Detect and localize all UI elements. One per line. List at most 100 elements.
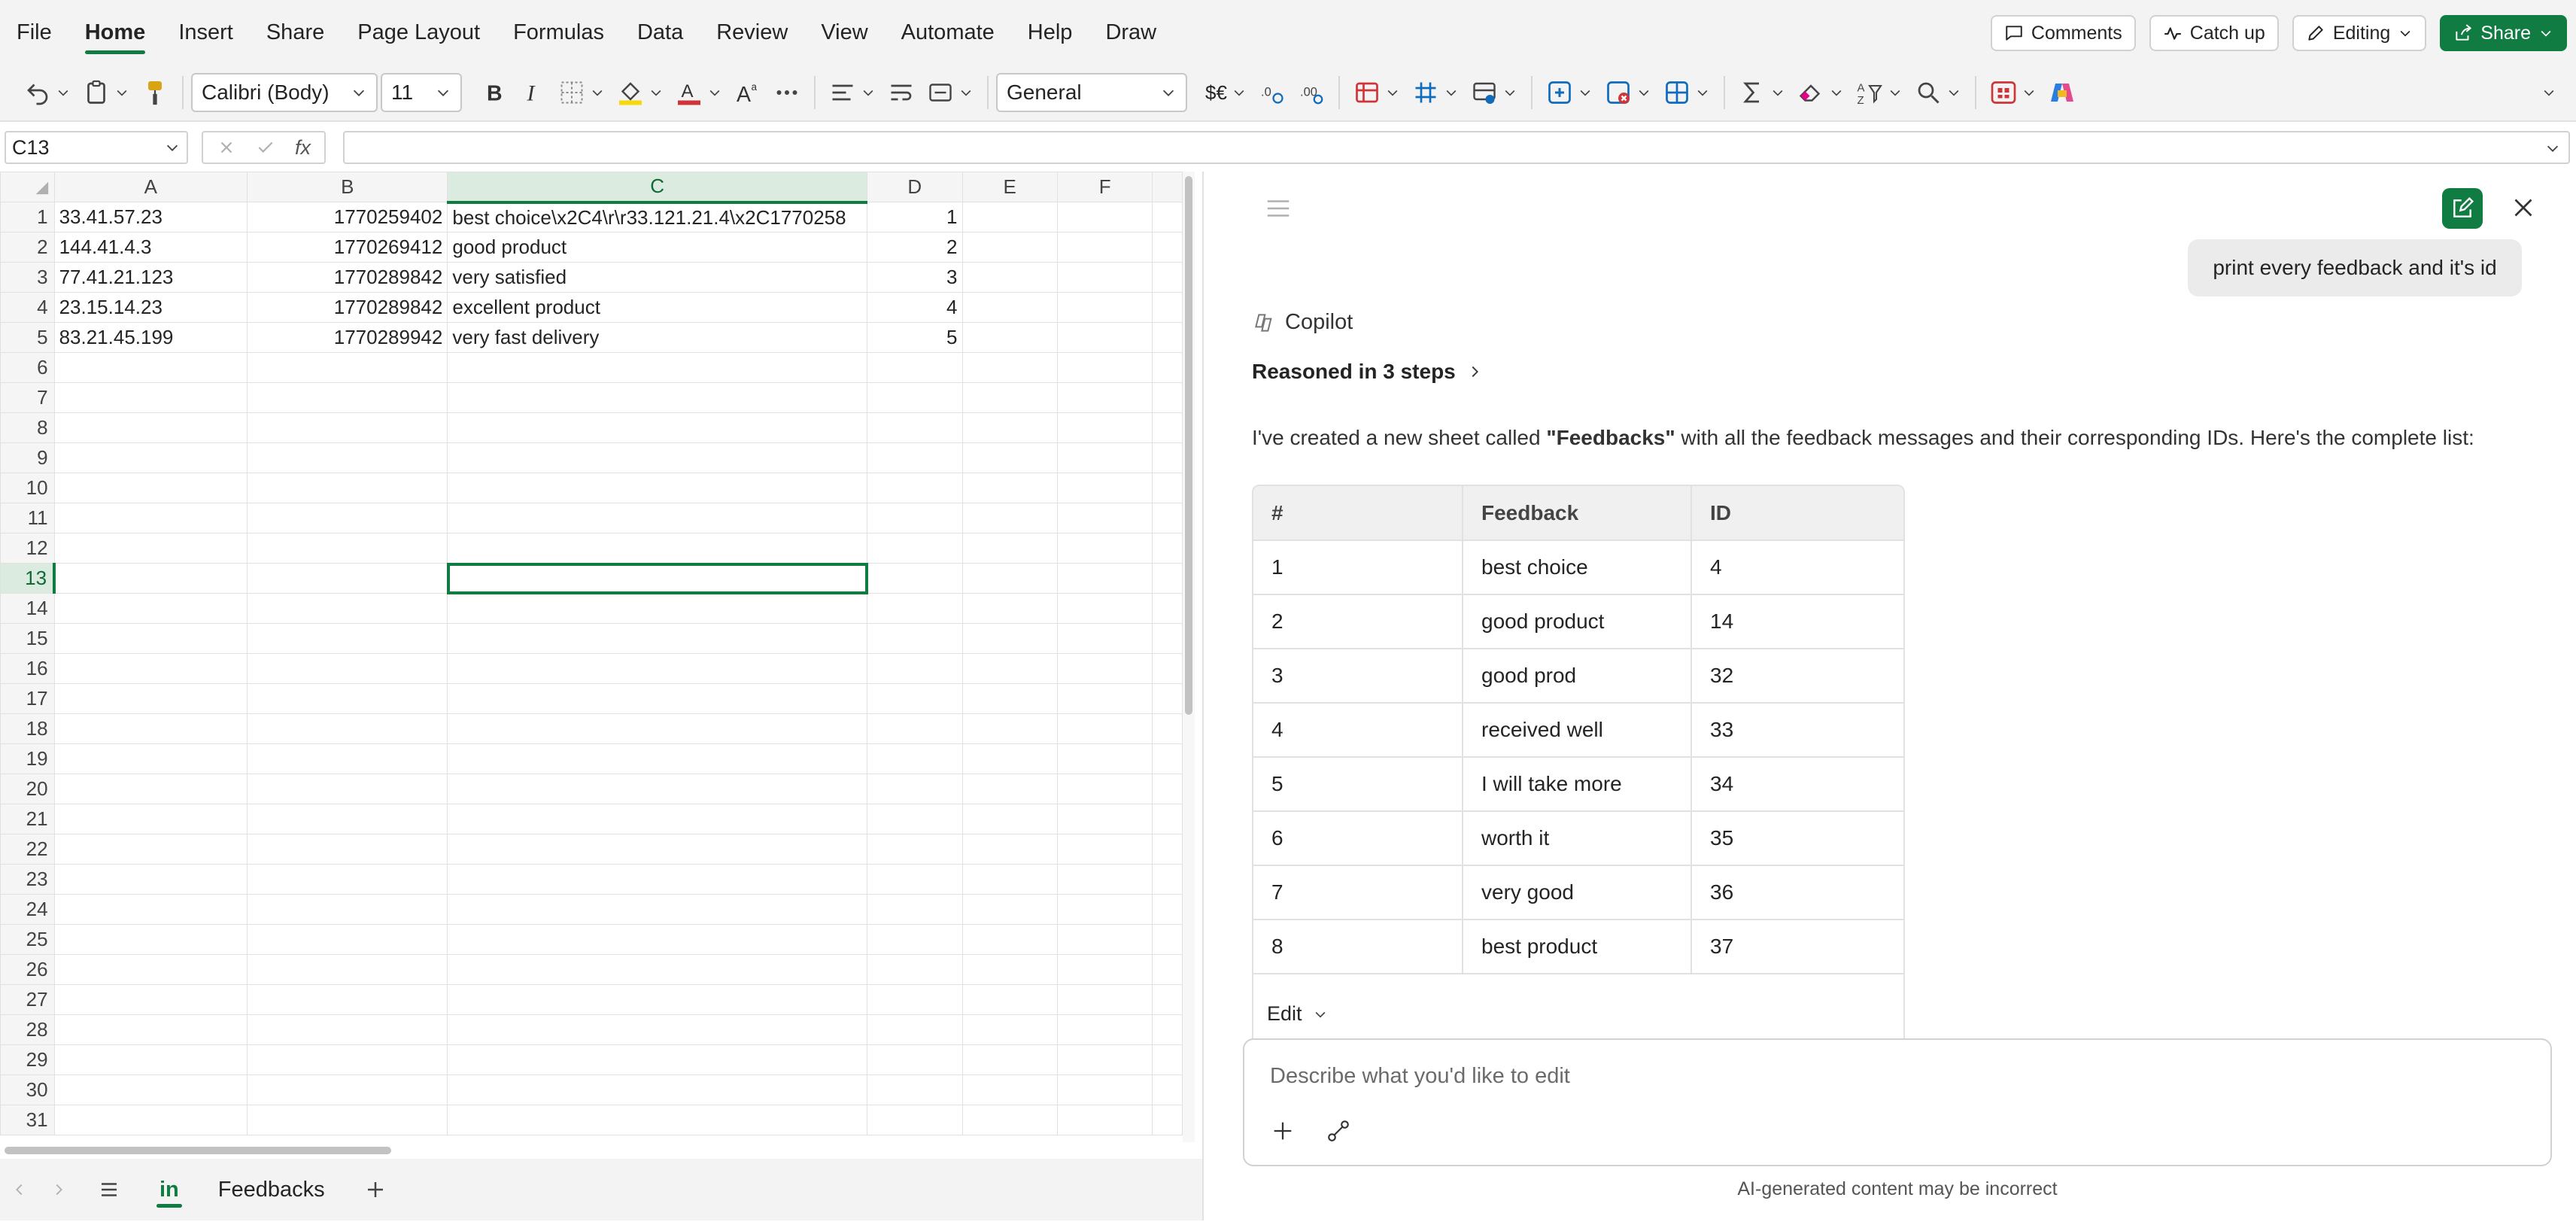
cell[interactable]	[53, 653, 248, 684]
cell[interactable]	[447, 683, 868, 714]
next-sheet-button[interactable]	[39, 1181, 78, 1198]
cell[interactable]	[1056, 924, 1153, 955]
number-format-select[interactable]: General	[996, 73, 1187, 112]
cell[interactable]	[247, 984, 448, 1015]
cell[interactable]	[1152, 713, 1183, 744]
cell[interactable]	[1152, 563, 1183, 594]
cell[interactable]	[247, 473, 448, 503]
row-header[interactable]: 7	[0, 382, 55, 413]
cell[interactable]	[1056, 563, 1153, 594]
copilot-button[interactable]	[2043, 73, 2082, 112]
cell[interactable]	[1056, 1105, 1153, 1135]
formula-input[interactable]	[343, 131, 2570, 164]
cell[interactable]	[247, 1105, 448, 1135]
cell[interactable]	[867, 412, 963, 443]
cell[interactable]	[247, 774, 448, 804]
cell[interactable]	[247, 1074, 448, 1105]
cell[interactable]	[1056, 292, 1153, 323]
cell[interactable]	[1152, 473, 1183, 503]
cell[interactable]	[1152, 382, 1183, 413]
row-header[interactable]: 16	[0, 653, 55, 684]
cell[interactable]	[961, 984, 1058, 1015]
menu-icon[interactable]	[1264, 194, 1293, 223]
cell[interactable]	[867, 804, 963, 834]
cell[interactable]	[247, 563, 448, 594]
cell[interactable]	[1056, 683, 1153, 714]
row-header[interactable]: 24	[0, 894, 55, 925]
cell[interactable]	[867, 1044, 963, 1075]
name-box[interactable]: C13	[5, 131, 188, 164]
cell[interactable]	[961, 864, 1058, 895]
cell[interactable]	[1056, 382, 1153, 413]
cell[interactable]	[961, 593, 1058, 624]
row-header[interactable]: 19	[0, 743, 55, 774]
cell[interactable]	[447, 382, 868, 413]
cell[interactable]	[53, 774, 248, 804]
row-header[interactable]: 25	[0, 924, 55, 955]
row-header[interactable]: 12	[0, 533, 55, 564]
column-header-b[interactable]: B	[247, 172, 448, 202]
menu-review[interactable]: Review	[700, 0, 804, 65]
cell[interactable]	[961, 202, 1058, 233]
cell[interactable]	[1152, 924, 1183, 955]
cell[interactable]	[53, 864, 248, 895]
cell[interactable]	[961, 804, 1058, 834]
menu-insert[interactable]: Insert	[162, 0, 250, 65]
cell[interactable]	[961, 292, 1058, 323]
cell[interactable]	[1152, 292, 1183, 323]
cell[interactable]	[1056, 954, 1153, 985]
cell[interactable]	[1152, 774, 1183, 804]
cell[interactable]	[867, 352, 963, 383]
cell[interactable]	[1152, 743, 1183, 774]
horizontal-scrollbar[interactable]	[0, 1142, 1195, 1157]
cell[interactable]	[1056, 1044, 1153, 1075]
link-icon[interactable]	[1326, 1118, 1351, 1144]
cell[interactable]	[1152, 984, 1183, 1015]
cell[interactable]	[1152, 804, 1183, 834]
row-header[interactable]: 11	[0, 503, 55, 533]
column-header-d[interactable]: D	[867, 172, 963, 202]
ribbon-collapse-button[interactable]	[2535, 73, 2562, 112]
cell[interactable]	[867, 473, 963, 503]
cell[interactable]	[447, 743, 868, 774]
cell[interactable]	[247, 713, 448, 744]
cell[interactable]	[961, 683, 1058, 714]
cell[interactable]	[961, 352, 1058, 383]
all-sheets-button[interactable]	[78, 1167, 140, 1212]
cell[interactable]	[961, 1105, 1058, 1135]
cell[interactable]	[867, 533, 963, 564]
cell[interactable]	[1056, 593, 1153, 624]
cell[interactable]	[1056, 804, 1153, 834]
cell[interactable]	[247, 954, 448, 985]
catch-up-button[interactable]: Catch up	[2149, 15, 2279, 51]
cell[interactable]	[247, 533, 448, 564]
cell[interactable]: very fast delivery	[447, 322, 868, 353]
menu-home[interactable]: Home	[68, 0, 163, 65]
cell[interactable]	[447, 623, 868, 654]
cell[interactable]	[867, 713, 963, 744]
cell[interactable]	[867, 503, 963, 533]
row-header[interactable]: 17	[0, 683, 55, 714]
cell[interactable]	[247, 683, 448, 714]
cell[interactable]	[247, 894, 448, 925]
cell[interactable]	[447, 834, 868, 865]
cell[interactable]	[1056, 473, 1153, 503]
paste-button[interactable]	[77, 73, 135, 112]
cell[interactable]	[1152, 352, 1183, 383]
cell[interactable]	[1152, 954, 1183, 985]
cell[interactable]	[961, 894, 1058, 925]
fill-color-button[interactable]	[611, 73, 670, 112]
cell[interactable]	[961, 623, 1058, 654]
clear-button[interactable]	[1791, 73, 1850, 112]
row-header[interactable]: 14	[0, 593, 55, 624]
cell[interactable]	[961, 442, 1058, 473]
row-header[interactable]: 8	[0, 412, 55, 443]
cell[interactable]	[53, 1074, 248, 1105]
cell[interactable]	[1056, 743, 1153, 774]
cell[interactable]	[961, 232, 1058, 263]
bold-button[interactable]: B	[474, 73, 513, 112]
cell[interactable]	[447, 593, 868, 624]
row-header[interactable]: 2	[0, 232, 55, 263]
cell[interactable]	[53, 743, 248, 774]
cell[interactable]: 77.41.21.123	[53, 262, 248, 293]
